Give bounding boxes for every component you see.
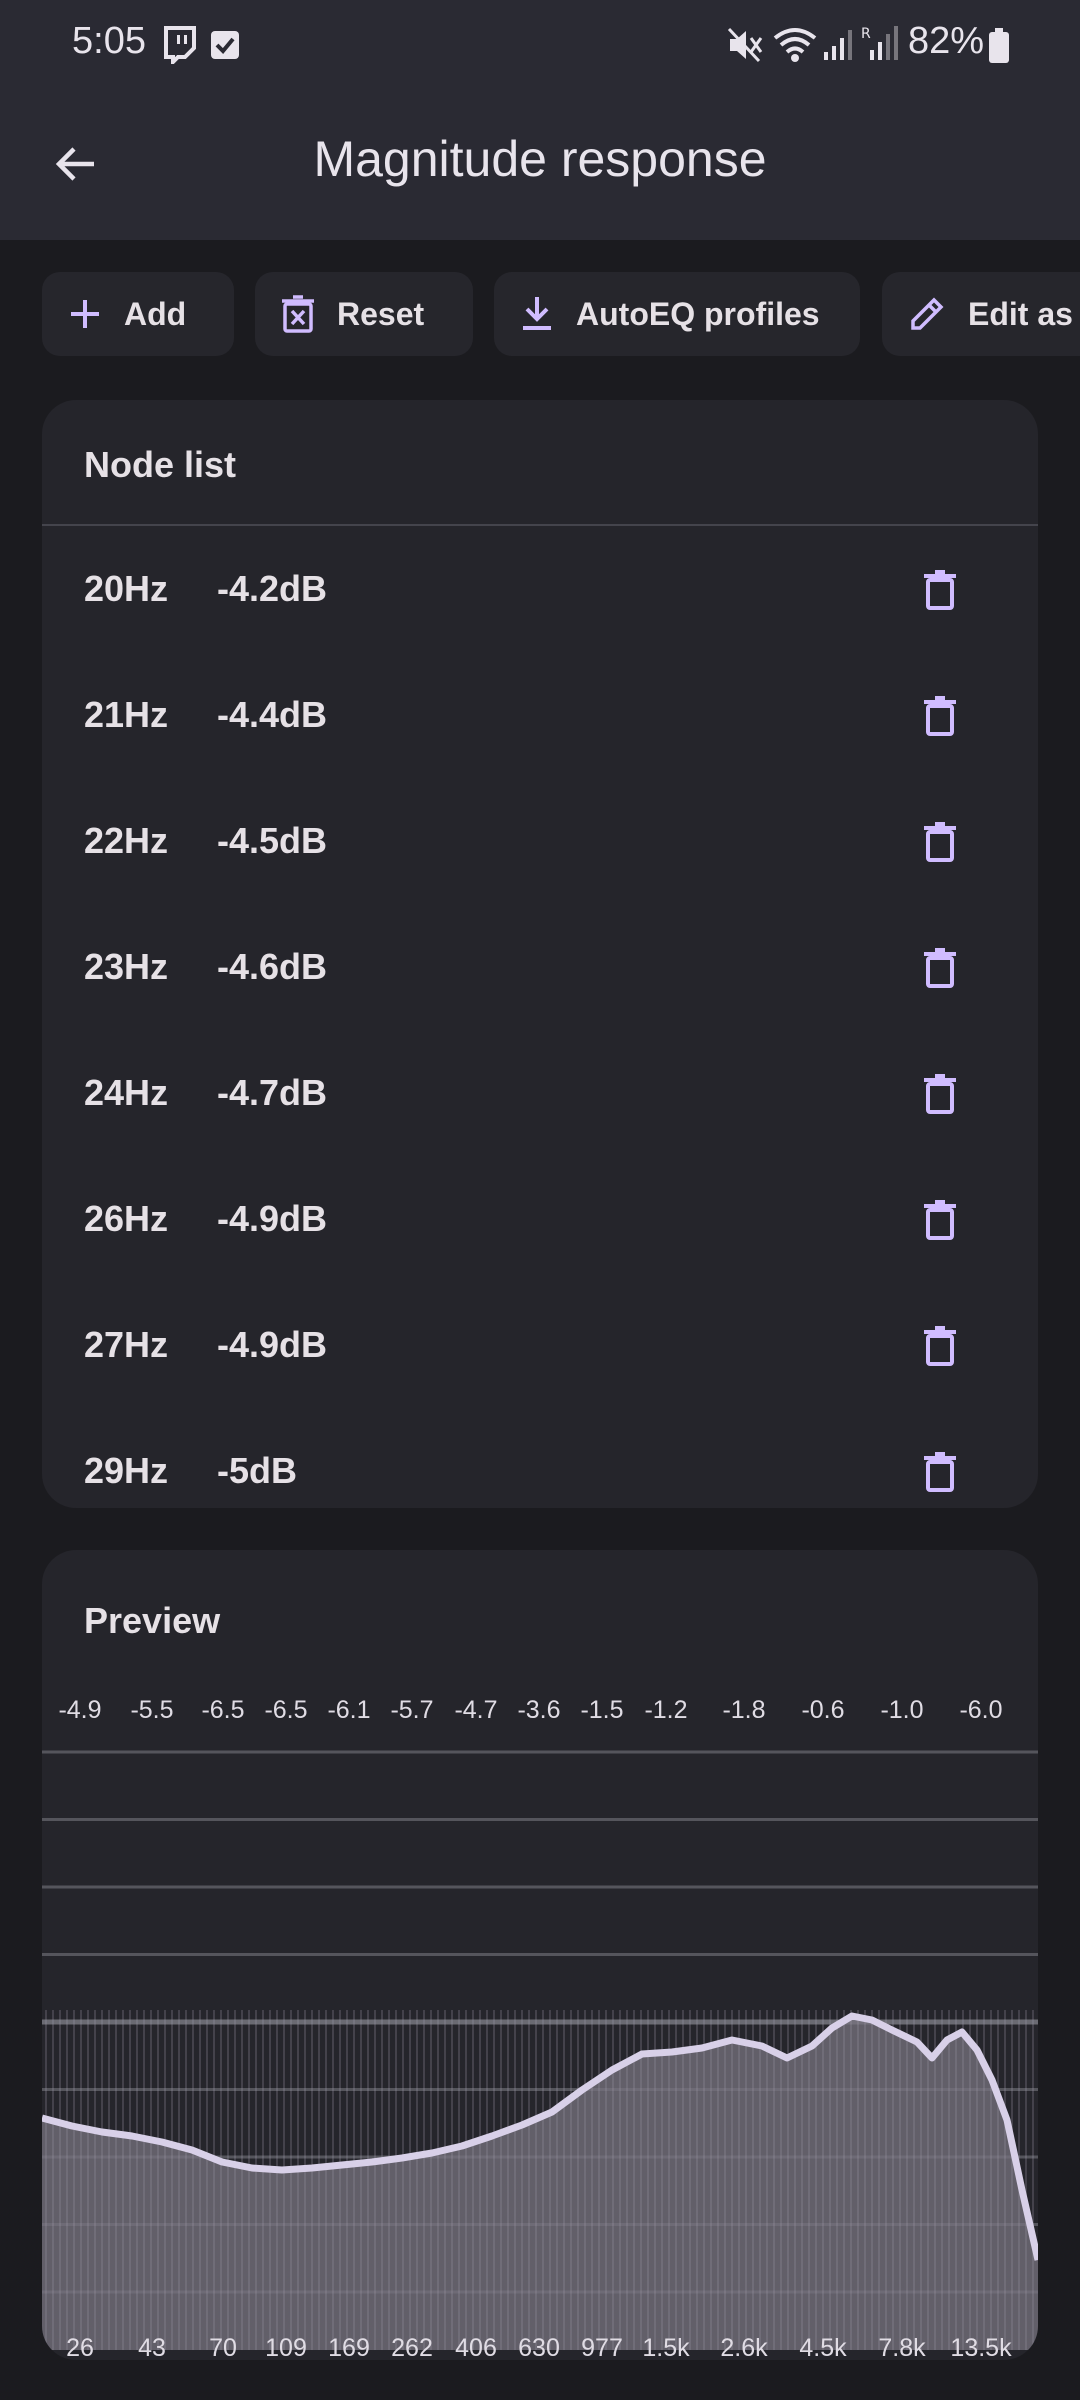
node-frequency: 22Hz [84, 820, 169, 861]
mute-icon [727, 27, 763, 63]
reset-button-label: Reset [337, 295, 425, 332]
node-list-card: Node list 20Hz -4.2dB 21Hz -4.4dB 22Hz -4.5dB… [42, 400, 1038, 1508]
frequency-axis-label: 109 [265, 2334, 307, 2360]
node-frequency: 24Hz [84, 1072, 169, 1113]
delete-node-button[interactable] [912, 562, 968, 618]
delete-node-button[interactable] [912, 1444, 968, 1500]
node-frequency: 26Hz [84, 1198, 169, 1239]
delete-node-button[interactable] [912, 1318, 968, 1374]
node-row[interactable]: 20Hz -4.2dB [42, 526, 1038, 652]
signal-icon [824, 30, 852, 60]
action-chips-row[interactable]: Add Reset AutoEQ profiles Edit as [0, 272, 1080, 358]
trash-icon [924, 1452, 956, 1492]
node-row[interactable]: 27Hz -4.9dB [42, 1282, 1038, 1408]
node-frequency: 20Hz [84, 568, 169, 609]
node-gain: -4.5dB [217, 820, 328, 861]
node-gain: -4.2dB [217, 568, 328, 609]
node-gain: -4.4dB [217, 694, 328, 735]
frequency-axis-label: 26 [66, 2334, 94, 2360]
wifi-icon [773, 28, 817, 62]
trash-icon [924, 948, 956, 988]
delete-node-button[interactable] [912, 940, 968, 996]
battery-icon [989, 28, 1009, 63]
plus-icon [71, 300, 99, 328]
frequency-axis-label: 169 [328, 2334, 370, 2360]
add-button[interactable]: Add [42, 272, 234, 356]
magnitude-response-graph[interactable] [42, 1550, 1038, 2360]
page-title: Magnitude response [313, 131, 767, 187]
trash-icon [924, 570, 956, 610]
checkbox-notification-icon [211, 31, 239, 59]
frequency-axis-label: 13.5k [950, 2334, 1012, 2360]
autoeq-profiles-button[interactable]: AutoEQ profiles [494, 272, 860, 356]
frequency-axis-label: 43 [138, 2334, 166, 2360]
trash-icon [924, 1200, 956, 1240]
twitch-icon [164, 26, 196, 64]
autoeq-button-label: AutoEQ profiles [576, 295, 820, 332]
node-list-title: Node list [84, 444, 237, 485]
delete-node-button[interactable] [912, 1192, 968, 1248]
edit-as-button[interactable]: Edit as [882, 272, 1080, 356]
node-frequency: 27Hz [84, 1324, 169, 1365]
delete-node-button[interactable] [912, 814, 968, 870]
trash-icon [924, 1326, 956, 1366]
reset-button[interactable]: Reset [255, 272, 473, 356]
frequency-axis-label: 977 [581, 2334, 623, 2360]
preview-card: Preview -4.9 -5.5 -6.5 -6.5 -6.1 -5.7 -4.7 -3.6… [42, 1550, 1038, 2360]
pencil-icon [911, 297, 944, 330]
response-area-fill [42, 2016, 1038, 2350]
frequency-axis-label: 262 [391, 2334, 433, 2360]
node-row[interactable]: 26Hz -4.9dB [42, 1156, 1038, 1282]
app-bar: Magnitude response [0, 90, 1080, 240]
status-bar: 5:05 R 82% [0, 0, 1080, 90]
frequency-axis-label: 7.8k [878, 2334, 926, 2360]
node-row[interactable]: 21Hz -4.4dB [42, 652, 1038, 778]
status-time: 5:05 [72, 20, 146, 62]
node-frequency: 23Hz [84, 946, 169, 987]
delete-node-button[interactable] [912, 688, 968, 744]
trash-icon [924, 696, 956, 736]
node-row[interactable]: 29Hz -5dB [42, 1408, 1038, 1508]
trash-icon [924, 1074, 956, 1114]
node-row[interactable]: 24Hz -4.7dB [42, 1030, 1038, 1156]
frequency-axis-label: 406 [455, 2334, 497, 2360]
frequency-axis-label: 630 [518, 2334, 560, 2360]
node-row[interactable]: 22Hz -4.5dB [42, 778, 1038, 904]
edit-as-button-label: Edit as [968, 295, 1073, 332]
node-frequency: 21Hz [84, 694, 169, 735]
node-gain: -4.9dB [217, 1324, 328, 1365]
node-frequency: 29Hz [84, 1450, 169, 1491]
download-icon [523, 297, 551, 330]
frequency-axis-label: 2.6k [720, 2334, 768, 2360]
battery-percent: 82% [908, 20, 985, 62]
add-button-label: Add [124, 295, 187, 332]
frequency-axis-label: 1.5k [642, 2334, 690, 2360]
node-row[interactable]: 23Hz -4.6dB [42, 904, 1038, 1030]
roaming-signal-icon: R [861, 26, 898, 60]
delete-reset-icon [282, 295, 314, 333]
node-gain: -4.6dB [217, 946, 328, 987]
node-gain: -5dB [217, 1450, 297, 1491]
node-gain: -4.7dB [217, 1072, 328, 1113]
node-gain: -4.9dB [217, 1198, 328, 1239]
delete-node-button[interactable] [912, 1066, 968, 1122]
svg-text:R: R [861, 26, 871, 42]
frequency-axis-label: 4.5k [799, 2334, 847, 2360]
trash-icon [924, 822, 956, 862]
frequency-axis-label: 70 [209, 2334, 237, 2360]
